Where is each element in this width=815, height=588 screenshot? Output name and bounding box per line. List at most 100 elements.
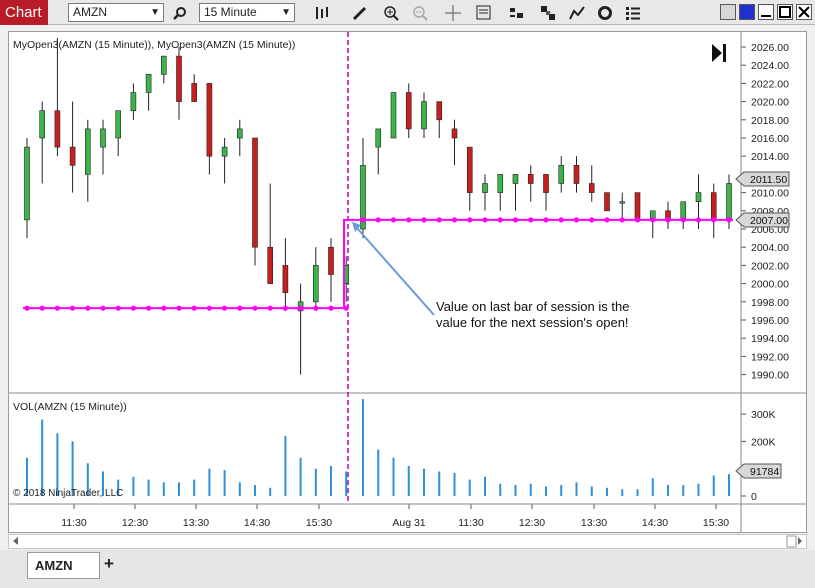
last-price-marker-text: 2011.50 (750, 174, 787, 186)
indicator-dot (375, 217, 381, 223)
volume-bar (41, 419, 44, 496)
close-button[interactable] (796, 4, 812, 20)
volume-tick-label: 300K (751, 409, 776, 421)
pencil-icon[interactable] (350, 3, 370, 22)
price-tick-label: 1998.00 (751, 297, 789, 309)
indicator-dot (85, 305, 91, 311)
volume-bar (362, 399, 364, 496)
scroll-thumb[interactable] (786, 535, 797, 548)
indicator-value-marker: 2007.00 (735, 212, 790, 228)
price-chart[interactable]: 2026.00 2024.00 2022.00 2020.00 2018.00 2016.… (9, 32, 806, 532)
zoom-out-icon[interactable] (410, 3, 430, 22)
volume-bar (712, 475, 715, 496)
indicator-dot (206, 305, 212, 311)
horizontal-scrollbar[interactable] (8, 534, 807, 549)
annotation-line-2: value for the next session's open! (436, 315, 629, 330)
volume-bar (560, 485, 563, 496)
volume-bar (529, 483, 532, 496)
indicator-dot (282, 305, 288, 311)
indicator-dot (650, 217, 656, 223)
time-tick-label: 15:30 (703, 517, 729, 529)
time-tick-label: 11:30 (61, 517, 87, 529)
volume-bar (575, 482, 578, 496)
maximize-button[interactable] (777, 4, 793, 20)
theme-blue-button[interactable] (739, 4, 755, 20)
strategies-icon[interactable] (538, 3, 558, 22)
scroll-right-icon[interactable] (798, 537, 802, 545)
indicator-dot (390, 217, 397, 223)
bar-style-icon[interactable] (312, 3, 332, 22)
copyright-text: © 2018 NinjaTrader, LLC (13, 488, 123, 499)
price-tick-label: 2022.00 (751, 78, 789, 90)
price-tick-label: 1990.00 (751, 370, 789, 382)
minimize-button[interactable] (758, 4, 774, 20)
candle-body (405, 92, 412, 130)
volume-bar (453, 472, 456, 496)
crosshair-icon[interactable] (443, 3, 463, 22)
interval-selector[interactable]: 15 Minute ▼ (199, 3, 295, 22)
volume-bar (299, 457, 302, 496)
price-tick-label: 2000.00 (751, 279, 789, 291)
volume-bar (377, 449, 380, 496)
indicator-dot (360, 217, 366, 223)
data-box-icon[interactable] (474, 3, 494, 22)
candle-body (634, 192, 641, 221)
search-icon[interactable] (170, 3, 190, 22)
theme-gray-button[interactable] (720, 4, 736, 20)
indicator-dot (406, 217, 412, 223)
volume-bar (238, 482, 241, 496)
volume-bar (147, 479, 150, 496)
list-icon[interactable] (623, 3, 643, 22)
candle-body (85, 128, 91, 175)
volume-bar (438, 471, 441, 496)
candle-body (191, 83, 197, 102)
indicator-dot (161, 305, 167, 311)
candle-body (252, 137, 258, 248)
chart-tab-amzn[interactable]: AMZN (27, 552, 100, 579)
chart-panel[interactable]: 2026.00 2024.00 2022.00 2020.00 2018.00 2016.… (8, 31, 807, 533)
indicators-icon[interactable] (567, 3, 587, 22)
volume-bar (345, 471, 348, 496)
skip-to-end-icon[interactable] (712, 44, 726, 62)
volume-bar (606, 487, 608, 496)
instrument-selector[interactable]: AMZN ▼ (68, 3, 164, 22)
zoom-in-icon[interactable] (381, 3, 401, 22)
tab-bar (0, 550, 815, 588)
indicator-dot (191, 305, 197, 311)
time-axis: 11:30 12:30 13:30 14:30 15:30 Aug 31 11:30 12:3… (61, 504, 729, 529)
volume-bar (178, 482, 180, 496)
indicator-dot (497, 217, 503, 223)
candle-body (237, 128, 243, 139)
volume-bar (269, 487, 272, 496)
time-tick-label: 12:30 (519, 517, 545, 529)
properties-icon[interactable] (507, 3, 527, 22)
volume-bar (514, 485, 517, 496)
time-tick-label: Aug 31 (392, 517, 425, 529)
indicator-dot (24, 305, 30, 311)
add-tab-button[interactable]: + (104, 554, 122, 574)
indicator-dot (726, 217, 732, 223)
scroll-left-icon[interactable] (13, 537, 18, 545)
refresh-icon[interactable] (595, 3, 615, 22)
time-tick-label: 15:30 (306, 517, 332, 529)
indicator-dot (512, 217, 519, 223)
price-axis: 2026.00 2024.00 2022.00 2020.00 2018.00 2016.… (741, 42, 789, 382)
candle-body (39, 110, 46, 139)
indicator-dot (252, 305, 258, 311)
indicator-dot (176, 305, 182, 311)
volume-bar (697, 483, 700, 496)
candle-body (69, 146, 76, 166)
volume-bar (254, 485, 256, 496)
indicator-dot (680, 217, 686, 223)
candle-body (328, 246, 334, 275)
annotation-line-1: Value on last bar of session is the (436, 299, 629, 314)
indicator-dot (267, 305, 273, 311)
indicator-dot (343, 305, 349, 311)
indicator-dot (54, 305, 61, 311)
chart-window-tab[interactable]: Chart (0, 0, 48, 25)
indicator-dot (634, 217, 641, 223)
chevron-down-icon: ▼ (281, 7, 291, 18)
candle-body (497, 174, 504, 193)
candle-body (680, 201, 687, 221)
chevron-down-icon: ▼ (150, 7, 160, 18)
